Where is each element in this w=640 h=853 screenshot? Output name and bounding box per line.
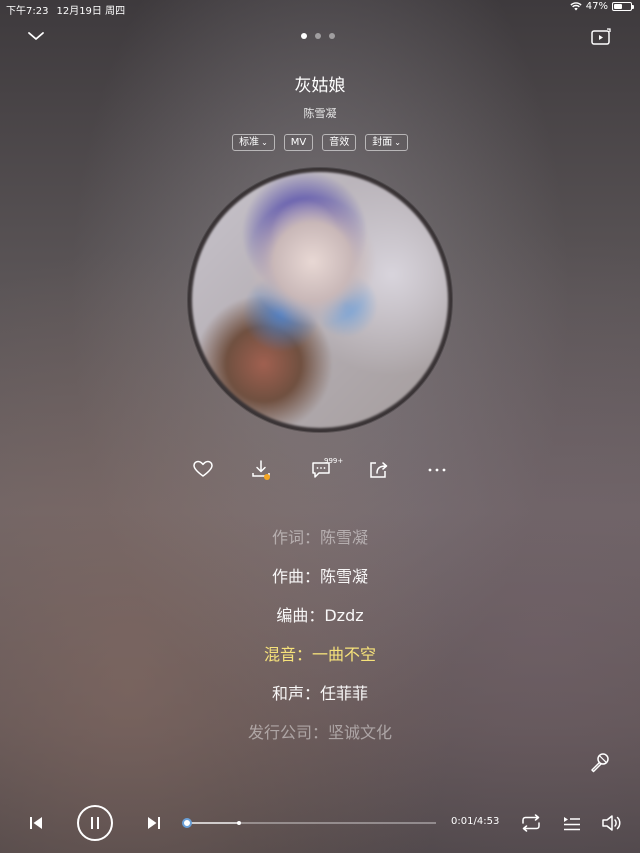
- tag-quality[interactable]: 标准 ⌄: [232, 134, 275, 151]
- page-dot[interactable]: [329, 33, 335, 39]
- chevron-down-icon: ⌄: [261, 138, 268, 147]
- album-cover-image: [192, 172, 448, 428]
- lyric-line: 作词：陈雪凝: [271, 528, 368, 547]
- page-dot[interactable]: [315, 33, 321, 39]
- cast-icon[interactable]: [590, 28, 612, 48]
- battery-percent: 47%: [585, 1, 608, 12]
- pause-icon[interactable]: [77, 805, 113, 841]
- song-artist[interactable]: 陈雪凝: [0, 105, 640, 121]
- microphone-icon[interactable]: [589, 752, 611, 774]
- next-icon[interactable]: [146, 815, 162, 831]
- album-cover[interactable]: [188, 168, 452, 432]
- progress-knob[interactable]: [181, 818, 192, 828]
- status-date: 12月19日 周四: [56, 6, 126, 17]
- lyrics-panel[interactable]: 作词：陈雪凝 作曲：陈雪凝 编曲：Dzdz 混音：一曲不空 和声：任菲菲发行公司：坚诚文…: [0, 524, 640, 758]
- queue-icon[interactable]: [562, 814, 582, 832]
- total-time: 4:53: [476, 816, 500, 827]
- chevron-down-icon: ⌄: [394, 138, 401, 147]
- chevron-down-icon[interactable]: [26, 28, 46, 44]
- heart-icon[interactable]: [192, 458, 214, 480]
- status-time: 下午7:23: [6, 6, 49, 17]
- tag-label: MV: [290, 137, 307, 148]
- page-indicator[interactable]: [301, 33, 335, 39]
- share-icon[interactable]: [368, 458, 390, 480]
- lyric-line: 发行公司：坚诚文化: [247, 723, 392, 742]
- song-actions: [190, 458, 452, 482]
- previous-icon[interactable]: [28, 815, 44, 831]
- comment-count-badge: 999+: [324, 457, 344, 465]
- time-display: 0:01/4:53: [451, 816, 499, 827]
- more-icon[interactable]: [426, 458, 448, 480]
- battery-icon: [612, 2, 634, 11]
- repeat-icon[interactable]: [520, 814, 542, 832]
- lyric-line: 作曲：陈雪凝: [271, 567, 368, 586]
- quality-tags: 标准 ⌄ MV 音效 封面 ⌄: [0, 134, 640, 151]
- status-bar: 下午7:23 12月19日 周四 47%: [0, 0, 640, 17]
- lyric-line: 编曲：Dzdz: [276, 606, 364, 625]
- song-title: 灰姑娘: [294, 76, 346, 96]
- tag-sound-effect[interactable]: 音效: [322, 134, 357, 151]
- progress-buffer: [186, 822, 239, 824]
- player-controls: 0:01/4:53: [0, 800, 640, 846]
- lyric-line: 和声：任菲菲: [271, 684, 368, 703]
- progress-slider[interactable]: [181, 818, 436, 828]
- tag-label: 音效: [329, 137, 350, 148]
- tag-label: 标准: [239, 137, 260, 148]
- tag-mv[interactable]: MV: [283, 134, 314, 151]
- current-time: 0:01: [451, 816, 474, 827]
- download-icon[interactable]: [250, 458, 272, 480]
- progress-marker: [236, 821, 241, 825]
- page-dot[interactable]: [301, 33, 307, 39]
- tag-label: 封面: [372, 137, 393, 148]
- wifi-icon: [570, 2, 582, 11]
- lyric-line-current: 混音：一曲不空: [263, 645, 376, 664]
- tag-cover[interactable]: 封面 ⌄: [365, 134, 408, 151]
- volume-icon[interactable]: [601, 813, 623, 833]
